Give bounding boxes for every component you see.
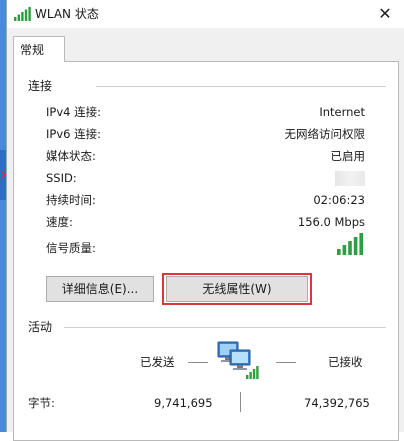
details-button[interactable]: 详细信息(E)... xyxy=(46,276,154,302)
ipv4-value: Internet xyxy=(319,105,365,119)
network-computers-icon xyxy=(217,341,259,379)
ipv4-label: IPv4 连接: xyxy=(46,105,101,119)
wifi-signal-icon xyxy=(14,7,31,21)
ssid-value-redacted xyxy=(335,171,365,186)
desktop-fragment: ✕ xyxy=(0,168,5,182)
activity-section-label: 活动 xyxy=(28,320,53,334)
ipv6-value: 无网络访问权限 xyxy=(284,127,366,141)
tab-general[interactable]: 常规 xyxy=(13,36,65,62)
duration-label: 持续时间: xyxy=(46,193,96,207)
received-label: 已接收 xyxy=(328,355,363,369)
window-title: WLAN 状态 xyxy=(35,7,99,21)
title-bar[interactable]: WLAN 状态 ✕ xyxy=(7,0,404,28)
signal-quality-label: 信号质量: xyxy=(46,241,96,255)
duration-value: 02:06:23 xyxy=(313,193,365,207)
bytes-received-value: 74,392,765 xyxy=(304,396,370,410)
signal-strength-icon xyxy=(337,233,363,255)
dialog-body: 常规 连接 IPv4 连接: Internet IPv6 连接: 无网络访问权限… xyxy=(7,28,404,441)
close-icon: ✕ xyxy=(378,4,392,23)
media-state-value: 已启用 xyxy=(330,149,366,163)
speed-value: 156.0 Mbps xyxy=(297,215,365,229)
wlan-status-window: WLAN 状态 ✕ 常规 连接 IPv4 连接: Internet IPv6 连… xyxy=(6,0,404,441)
speed-label: 速度: xyxy=(46,215,73,229)
bytes-label: 字节: xyxy=(28,396,55,410)
connection-divider xyxy=(96,86,386,87)
ssid-label: SSID: xyxy=(46,171,77,185)
bytes-separator xyxy=(240,392,241,412)
connection-section-label: 连接 xyxy=(28,79,53,93)
media-state-label: 媒体状态: xyxy=(46,149,96,163)
sent-dash xyxy=(188,362,208,363)
wireless-properties-button[interactable]: 无线属性(W) xyxy=(166,276,308,302)
ipv6-label: IPv6 连接: xyxy=(46,127,101,141)
activity-divider xyxy=(64,327,386,328)
close-button[interactable]: ✕ xyxy=(365,0,404,28)
bytes-sent-value: 9,741,695 xyxy=(154,396,213,410)
sent-label: 已发送 xyxy=(140,355,175,369)
tab-panel-general: 连接 IPv4 连接: Internet IPv6 连接: 无网络访问权限 媒体… xyxy=(13,61,399,441)
received-dash xyxy=(276,362,296,363)
